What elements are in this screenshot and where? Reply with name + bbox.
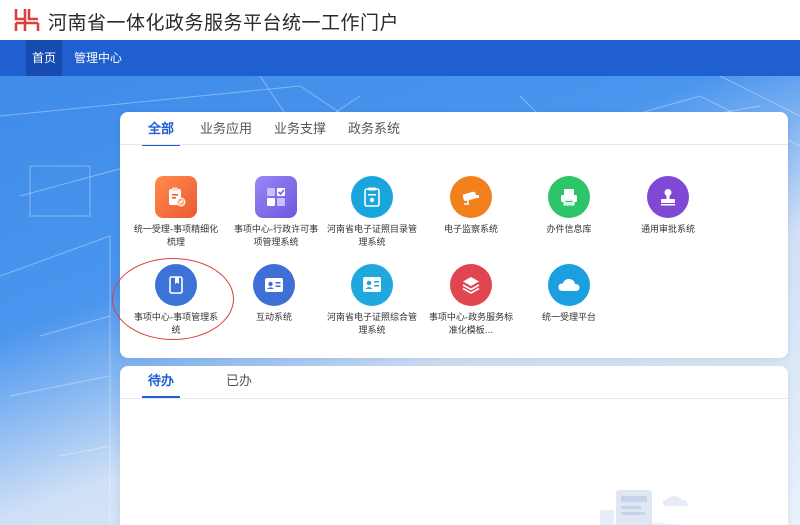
tab-divider	[120, 144, 788, 145]
tab-business-support[interactable]: 业务支撑	[274, 116, 326, 146]
tab-government-systems[interactable]: 政务系统	[348, 116, 400, 146]
tab-completed[interactable]: 已办	[226, 368, 252, 398]
app-general-approval-system[interactable]: 通用审批系统	[623, 176, 713, 237]
todo-card: 待办 已办	[120, 366, 788, 525]
app-label: 统一受理平台	[541, 313, 596, 323]
app-interaction-system[interactable]: 互动系统	[229, 264, 319, 325]
stamp-icon	[647, 176, 689, 218]
cloud-icon	[548, 264, 590, 306]
app-label: 互动系统	[255, 313, 292, 323]
app-label: 办件信息库	[546, 225, 592, 235]
clipboard-edit-icon	[155, 176, 197, 218]
app-label: 统一受理-事项精细化梳理	[133, 225, 219, 248]
nav-item-management-center[interactable]: 管理中心	[68, 40, 128, 76]
grid-check-icon	[255, 176, 297, 218]
app-label: 河南省电子证照综合管理系统	[327, 313, 418, 336]
app-unified-acceptance-platform[interactable]: 统一受理平台	[524, 264, 614, 325]
app-e-supervision-system[interactable]: 电子监察系统	[426, 176, 516, 237]
app-item-center-item-management[interactable]: 事项中心-事项管理系统	[131, 264, 221, 338]
app-label: 事项中心-行政许可事项管理系统	[233, 225, 319, 248]
app-label: 河南省电子证照目录管理系统	[327, 225, 418, 248]
app-item-center-admin-permission[interactable]: 事项中心-行政许可事项管理系统	[231, 176, 321, 250]
app-henan-e-license-integrated[interactable]: 河南省电子证照综合管理系统	[327, 264, 417, 338]
apps-card: 全部 业务应用 业务支撑 政务系统 统一受理-事项精细化梳理 事项中心-行政许可…	[120, 112, 788, 358]
camera-icon	[450, 176, 492, 218]
app-case-info-database[interactable]: 办件信息库	[524, 176, 614, 237]
nav-item-home[interactable]: 首页	[26, 40, 63, 76]
app-label: 通用审批系统	[640, 225, 695, 235]
tab-divider	[120, 398, 788, 399]
tab-pending[interactable]: 待办	[141, 368, 181, 398]
todo-tabs: 待办 已办	[132, 368, 276, 400]
book-icon	[155, 264, 197, 306]
app-henan-e-license-catalog[interactable]: 河南省电子证照目录管理系统	[327, 176, 417, 250]
app-unified-acceptance-item-sorting[interactable]: 统一受理-事项精细化梳理	[131, 176, 221, 250]
id-document-icon	[351, 176, 393, 218]
app-label: 事项中心-事项管理系统	[133, 313, 219, 336]
empty-state-illustration	[598, 490, 688, 525]
henan-logo-icon	[14, 9, 40, 31]
top-header: 河南省一体化政务服务平台统一工作门户	[0, 0, 800, 40]
main-navbar: 首页 管理中心	[0, 40, 800, 76]
app-label: 事项中心-政务服务标准化模板...	[428, 313, 514, 336]
tab-all[interactable]: 全部	[141, 116, 181, 146]
layers-icon	[450, 264, 492, 306]
app-item-center-service-template[interactable]: 事项中心-政务服务标准化模板...	[426, 264, 516, 338]
tab-business-apps[interactable]: 业务应用	[200, 116, 252, 146]
certificate-icon	[351, 264, 393, 306]
contact-card-icon	[253, 264, 295, 306]
site-title: 河南省一体化政务服务平台统一工作门户	[48, 12, 400, 34]
app-label: 电子监察系统	[443, 225, 498, 235]
printer-icon	[548, 176, 590, 218]
